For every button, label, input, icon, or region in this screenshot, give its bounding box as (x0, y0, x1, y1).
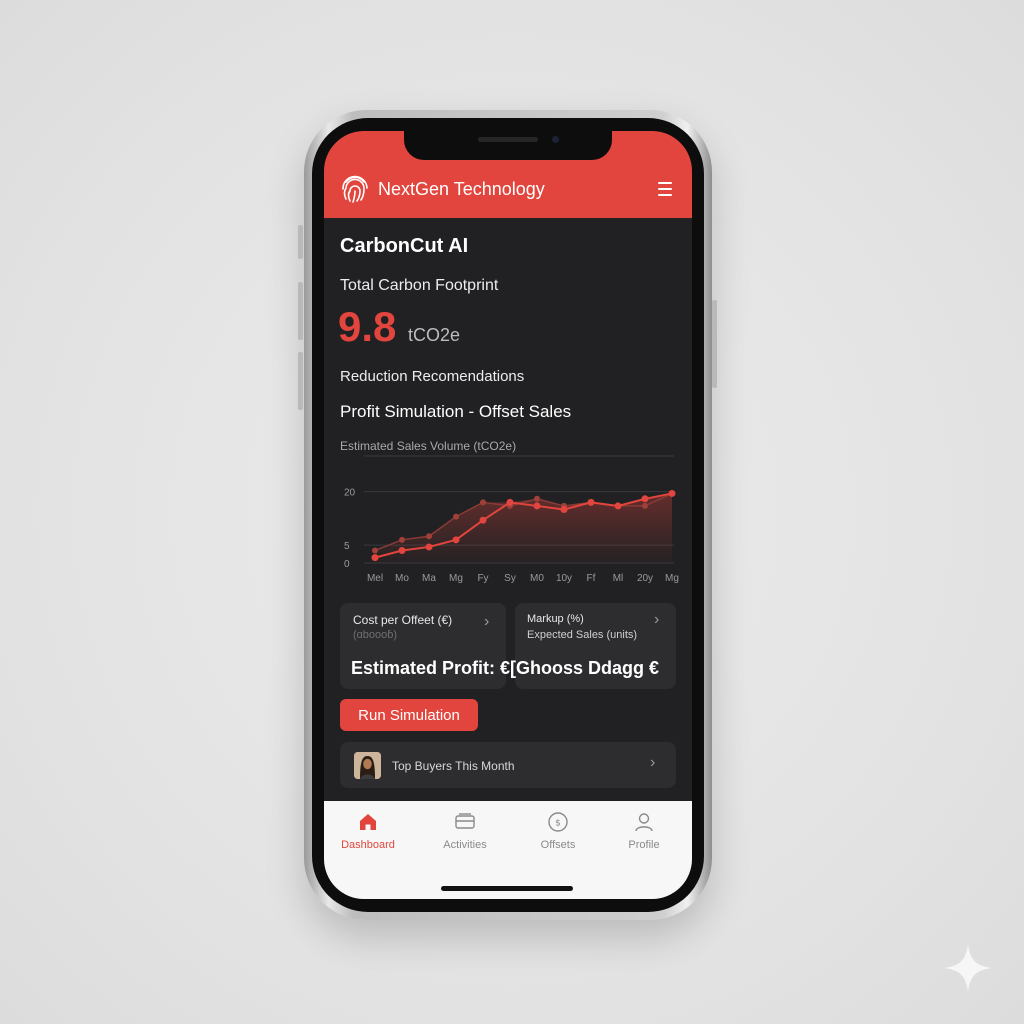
chevron-right-icon: › (484, 613, 490, 630)
x-tick-label: Fy (477, 573, 488, 584)
tab-offsets-label: Offsets (540, 839, 576, 851)
markup-label: Markup (%) (527, 613, 584, 625)
sales-volume-chart: 20 5 0 Mel Mo Ma Mg Fy Sy M0 10y Ff Ml 20y Mg (344, 455, 679, 584)
fingerprint-icon (342, 175, 368, 203)
x-tick-label: Mg (665, 573, 679, 584)
tab-profile-label: Profile (628, 839, 660, 851)
top-buyers-row[interactable]: Top Buyers This Month › (340, 742, 676, 788)
cost-per-offset-value: (ɑboooɓ) (353, 629, 398, 641)
x-tick-label: Sy (504, 573, 516, 584)
x-tick-label: 20y (637, 573, 653, 584)
offsets-icon: $ (548, 812, 568, 832)
tab-activities-label: Activities (443, 839, 487, 851)
reduction-recommendations-link[interactable]: Reduction Recomendations (340, 368, 524, 385)
x-tick-label: Mel (367, 573, 383, 584)
series-2-point (372, 547, 378, 554)
app-screen: NextGen Technology CarbonCut AI Total Ca… (324, 131, 692, 899)
home-indicator (441, 886, 573, 891)
x-tick-label: Ff (587, 573, 596, 584)
y-tick-label: 0 (344, 559, 350, 570)
x-tick-label: 10y (556, 573, 572, 584)
tab-offsets[interactable]: $ Offsets (518, 811, 598, 851)
x-tick-label: Mo (395, 573, 409, 584)
y-tick-label: 5 (344, 541, 350, 552)
series-1-point (614, 502, 622, 510)
tab-activities[interactable]: Activities (425, 811, 505, 851)
speaker-grille (478, 137, 538, 142)
volume-down-button (298, 352, 303, 410)
estimated-profit: Estimated Profit: €[Ghooss Ddagg € (351, 658, 660, 678)
volume-up-button (298, 282, 303, 340)
chevron-right-icon: › (650, 754, 656, 771)
notch (404, 131, 612, 160)
expected-sales-label: Expected Sales (units) (527, 629, 638, 641)
series-1-point (371, 554, 379, 562)
tab-dashboard-label: Dashboard (341, 839, 395, 851)
series-1-point (398, 547, 406, 555)
sparkle-icon (944, 944, 992, 992)
series-1-point (506, 498, 514, 506)
series-1-point (641, 495, 649, 503)
series-1-point (479, 516, 487, 524)
series-2-point (480, 499, 486, 506)
activities-icon (455, 813, 475, 829)
series-1-point (587, 498, 595, 506)
avatar (354, 752, 381, 779)
brand-name: NextGen Technology (378, 179, 545, 199)
x-tick-label: Mg (449, 573, 463, 584)
bottom-tab-bar: Dashboard Activities $ Offsets Profile (324, 801, 692, 899)
footprint-unit: tCO2e (408, 325, 461, 345)
simulation-title: Profit Simulation - Offset Sales (340, 402, 572, 421)
front-camera (552, 136, 559, 143)
footprint-value: 9.8 (338, 303, 397, 350)
series-2-point (399, 536, 405, 543)
series-1-point (425, 543, 433, 551)
series-1-point (533, 502, 541, 510)
series-1-point (668, 489, 676, 497)
power-button (712, 300, 717, 388)
chevron-right-icon: › (654, 611, 660, 628)
series-1-point (452, 536, 460, 544)
svg-text:$: $ (555, 819, 561, 829)
page-title: CarbonCut AI (340, 235, 469, 257)
series-2-point (426, 533, 432, 540)
top-buyers-label: Top Buyers This Month (392, 759, 515, 773)
silent-switch (298, 225, 303, 259)
y-tick-label: 20 (344, 488, 356, 499)
profile-icon (635, 813, 653, 832)
x-tick-label: M0 (530, 573, 544, 584)
series-1-point (560, 506, 568, 513)
tab-profile[interactable]: Profile (604, 811, 684, 851)
x-tick-label: Ml (613, 573, 624, 584)
run-simulation-button[interactable]: Run Simulation (340, 699, 478, 731)
series-2-point (534, 495, 540, 502)
menu-icon[interactable] (658, 182, 672, 198)
cost-per-offset-label: Cost per Offeet (€) (353, 613, 453, 627)
series-2-point (642, 502, 648, 509)
x-tick-label: Ma (422, 573, 436, 584)
footprint-label: Total Carbon Footprint (340, 277, 499, 294)
series-2-point (453, 513, 459, 520)
home-icon (360, 814, 376, 830)
tab-dashboard[interactable]: Dashboard (328, 811, 408, 851)
